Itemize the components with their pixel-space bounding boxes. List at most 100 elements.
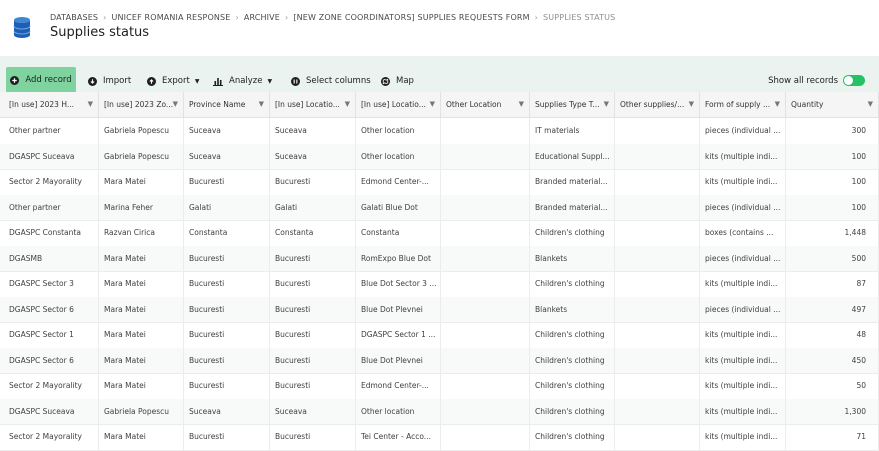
table-cell[interactable]: Suceava bbox=[270, 398, 356, 424]
table-cell[interactable] bbox=[615, 245, 700, 271]
table-cell[interactable]: 87 bbox=[786, 271, 879, 297]
column-header[interactable]: [In use] 2023 Zo... ▼ bbox=[99, 92, 184, 117]
table-cell[interactable] bbox=[615, 398, 700, 424]
table-cell[interactable]: DGASPC Suceava bbox=[4, 143, 99, 169]
table-cell[interactable]: DGASPC Sector 6 bbox=[4, 347, 99, 373]
table-cell[interactable] bbox=[441, 169, 530, 195]
table-cell[interactable]: kits (multiple indi... bbox=[700, 271, 786, 297]
table-cell[interactable] bbox=[441, 220, 530, 246]
table-cell[interactable] bbox=[615, 347, 700, 373]
table-cell[interactable]: boxes (contains ... bbox=[700, 220, 786, 246]
table-cell[interactable]: Bucuresti bbox=[184, 373, 270, 399]
table-cell[interactable] bbox=[441, 245, 530, 271]
add-record-button[interactable]: Add record bbox=[6, 67, 76, 93]
filter-icon[interactable]: ▼ bbox=[259, 92, 264, 117]
table-cell[interactable]: pieces (individual ... bbox=[700, 118, 786, 144]
table-cell[interactable] bbox=[441, 143, 530, 169]
table-cell[interactable]: Bucuresti bbox=[270, 373, 356, 399]
table-row[interactable]: DGASPC Sector 6 Mara Matei Bucuresti Bucure… bbox=[0, 347, 879, 374]
table-cell[interactable]: Bucuresti bbox=[184, 169, 270, 195]
table-cell[interactable] bbox=[441, 373, 530, 399]
filter-icon[interactable]: ▼ bbox=[345, 92, 350, 117]
table-row[interactable]: DGASPC Suceava Gabriela Popescu Suceava Suc… bbox=[0, 398, 879, 425]
table-cell[interactable]: Bucuresti bbox=[270, 169, 356, 195]
column-header[interactable]: [In use] Locatio... ▼ bbox=[356, 92, 441, 117]
table-cell[interactable] bbox=[615, 194, 700, 220]
table-cell[interactable]: Mara Matei bbox=[99, 296, 184, 322]
table-cell[interactable]: Bucuresti bbox=[184, 296, 270, 322]
table-cell[interactable]: Bucuresti bbox=[270, 245, 356, 271]
table-cell[interactable]: Other location bbox=[356, 398, 441, 424]
table-cell[interactable]: Blue Dot Sector 3 ... bbox=[356, 271, 441, 297]
table-cell[interactable]: Marina Feher bbox=[99, 194, 184, 220]
column-header[interactable]: [In use] 2023 H... ▼ bbox=[4, 92, 99, 117]
table-row[interactable]: Sector 2 Mayorality Mara Matei Bucuresti Bu… bbox=[0, 424, 879, 451]
filter-icon[interactable]: ▼ bbox=[519, 92, 524, 117]
table-cell[interactable]: kits (multiple indi... bbox=[700, 347, 786, 373]
table-cell[interactable]: Gabriela Popescu bbox=[99, 118, 184, 144]
table-row[interactable]: DGASPC Constanta Razvan Cirica Constanta Co… bbox=[0, 220, 879, 247]
table-row[interactable]: DGASPC Sector 3 Mara Matei Bucuresti Bucure… bbox=[0, 271, 879, 298]
table-cell[interactable]: 450 bbox=[786, 347, 879, 373]
table-cell[interactable]: Constanta bbox=[356, 220, 441, 246]
column-header[interactable]: [In use] Locatio... ▼ bbox=[270, 92, 356, 117]
table-cell[interactable]: Sector 2 Mayorality bbox=[4, 373, 99, 399]
table-row[interactable]: DGASPC Sector 1 Mara Matei Bucuresti Bucure… bbox=[0, 322, 879, 349]
table-cell[interactable]: DGASPC Sector 1 bbox=[4, 322, 99, 348]
table-cell[interactable]: 1,448 bbox=[786, 220, 879, 246]
filter-icon[interactable]: ▼ bbox=[868, 92, 873, 117]
filter-icon[interactable]: ▼ bbox=[604, 92, 609, 117]
breadcrumb-databases[interactable]: DATABASES bbox=[50, 13, 98, 22]
column-header[interactable]: Supplies Type T... ▼ bbox=[530, 92, 615, 117]
table-cell[interactable]: kits (multiple indi... bbox=[700, 143, 786, 169]
table-cell[interactable]: 300 bbox=[786, 118, 879, 144]
map-button[interactable]: Map bbox=[381, 70, 414, 92]
filter-icon[interactable]: ▼ bbox=[173, 92, 178, 117]
table-cell[interactable]: IT materials bbox=[530, 118, 615, 144]
table-cell[interactable] bbox=[441, 398, 530, 424]
table-cell[interactable]: Tei Center - Acco... bbox=[356, 424, 441, 450]
table-cell[interactable]: Mara Matei bbox=[99, 373, 184, 399]
table-row[interactable]: DGASPC Suceava Gabriela Popescu Suceava Suc… bbox=[0, 143, 879, 170]
table-cell[interactable]: Other partner bbox=[4, 194, 99, 220]
table-cell[interactable]: pieces (individual ... bbox=[700, 194, 786, 220]
table-cell[interactable]: Bucuresti bbox=[184, 271, 270, 297]
table-cell[interactable]: Children's clothing bbox=[530, 424, 615, 450]
table-cell[interactable]: Mara Matei bbox=[99, 347, 184, 373]
table-cell[interactable]: Suceava bbox=[184, 398, 270, 424]
breadcrumb-unicef-romania-response[interactable]: UNICEF ROMANIA RESPONSE bbox=[112, 13, 231, 22]
table-cell[interactable]: Sector 2 Mayorality bbox=[4, 424, 99, 450]
filter-icon[interactable]: ▼ bbox=[88, 92, 93, 117]
table-cell[interactable]: pieces (individual ... bbox=[700, 296, 786, 322]
table-cell[interactable] bbox=[441, 296, 530, 322]
filter-icon[interactable]: ▼ bbox=[430, 92, 435, 117]
table-cell[interactable] bbox=[441, 118, 530, 144]
table-cell[interactable]: kits (multiple indi... bbox=[700, 424, 786, 450]
table-cell[interactable]: Suceava bbox=[184, 118, 270, 144]
table-cell[interactable] bbox=[615, 118, 700, 144]
table-cell[interactable]: Branded material... bbox=[530, 169, 615, 195]
table-cell[interactable]: Gabriela Popescu bbox=[99, 398, 184, 424]
table-cell[interactable]: Mara Matei bbox=[99, 169, 184, 195]
table-cell[interactable]: Children's clothing bbox=[530, 347, 615, 373]
table-cell[interactable]: Blue Dot Plevnei bbox=[356, 296, 441, 322]
table-cell[interactable] bbox=[441, 194, 530, 220]
breadcrumb-supplies-requests-form[interactable]: [NEW ZONE COORDINATORS] SUPPLIES REQUEST… bbox=[293, 13, 529, 22]
table-cell[interactable]: Children's clothing bbox=[530, 220, 615, 246]
table-cell[interactable]: Blankets bbox=[530, 245, 615, 271]
table-cell[interactable] bbox=[615, 220, 700, 246]
table-cell[interactable] bbox=[615, 169, 700, 195]
table-row[interactable]: DGASMB Mara Matei Bucuresti Bucuresti RomExp… bbox=[0, 245, 879, 272]
table-cell[interactable]: 1,300 bbox=[786, 398, 879, 424]
table-row[interactable]: DGASPC Sector 6 Mara Matei Bucuresti Bucure… bbox=[0, 296, 879, 323]
table-cell[interactable]: Bucuresti bbox=[270, 322, 356, 348]
table-cell[interactable] bbox=[441, 347, 530, 373]
breadcrumb-archive[interactable]: ARCHIVE bbox=[244, 13, 280, 22]
table-cell[interactable]: 100 bbox=[786, 169, 879, 195]
table-cell[interactable]: Bucuresti bbox=[184, 245, 270, 271]
table-cell[interactable]: Constanta bbox=[270, 220, 356, 246]
filter-icon[interactable]: ▼ bbox=[689, 92, 694, 117]
table-cell[interactable]: DGASPC Sector 1 ... bbox=[356, 322, 441, 348]
table-cell[interactable]: Other location bbox=[356, 118, 441, 144]
table-cell[interactable]: Bucuresti bbox=[270, 296, 356, 322]
